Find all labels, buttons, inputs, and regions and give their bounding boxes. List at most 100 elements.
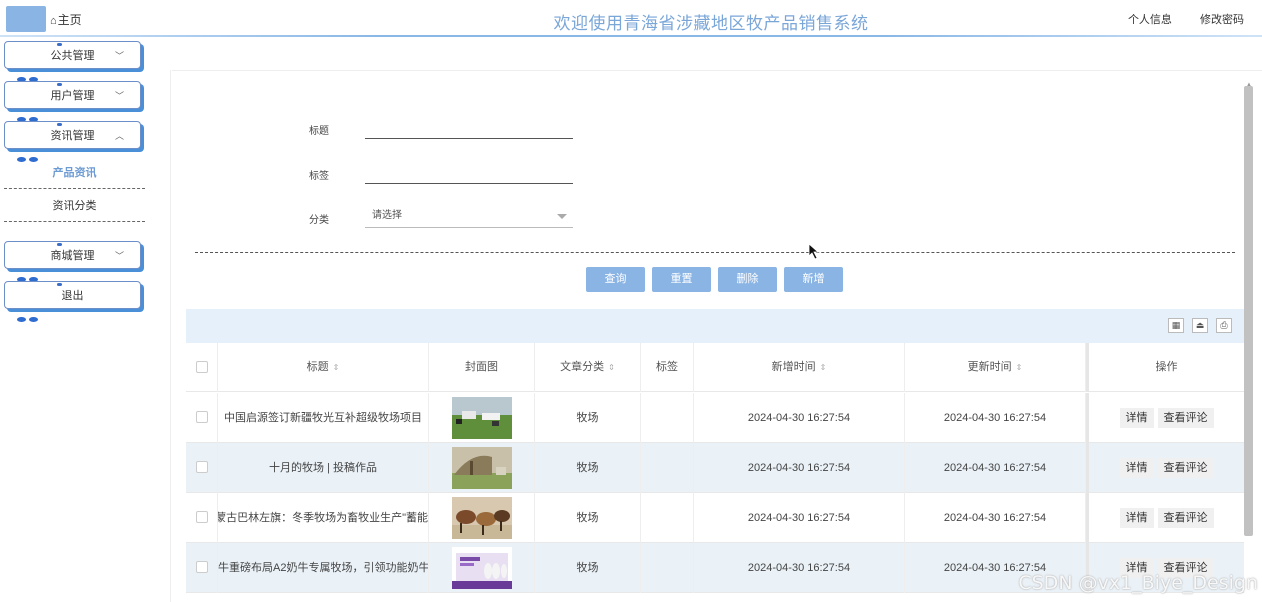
chevron-down-icon: ﹀ <box>114 51 124 61</box>
row-tag <box>641 393 694 443</box>
system-title: 欢迎使用青海省涉藏地区牧产品销售系统 <box>553 14 869 33</box>
table-row: 十月的牧场 | 投稿作品 牧场 2024-04-30 16:27:54 2024… <box>186 443 1244 493</box>
main-panel: 标题 标签 分类 请选择 查询 重置 删除 新增 ▦ ⏏ ⎙ 标题 ⇕ 封面图 文… <box>172 70 1262 602</box>
menu-label: 用户管理 <box>50 90 95 102</box>
header-actions: 操作 <box>1086 343 1244 392</box>
header-updated[interactable]: 更新时间 ⇕ <box>905 343 1086 392</box>
row-updated: 2024-04-30 16:27:54 <box>905 443 1086 493</box>
sort-icon: ⇕ <box>1015 363 1023 372</box>
category-placeholder: 请选择 <box>372 210 402 221</box>
row-tag <box>641 443 694 493</box>
mouse-cursor-icon <box>808 243 820 260</box>
cover-image <box>452 447 512 489</box>
chevron-up-icon: ︿ <box>114 131 124 141</box>
table-row: 内蒙古巴林左旗：冬季牧场为畜牧业生产"蓄能 牧场 2024-04-30 16:2… <box>186 493 1244 543</box>
row-created: 2024-04-30 16:27:54 <box>694 493 905 543</box>
row-actions: 详情 查看评论 <box>1086 443 1244 493</box>
table-header: 标题 ⇕ 封面图 文章分类 ⇕ 标签 新增时间 ⇕ 更新时间 ⇕ 操作 <box>186 343 1244 392</box>
menu-news-management[interactable]: 资讯管理 ︿ <box>4 121 141 162</box>
menu-label: 公共管理 <box>50 50 95 62</box>
row-cover <box>429 543 535 593</box>
row-cover <box>429 393 535 443</box>
tag-input[interactable] <box>365 164 573 184</box>
select-all-checkbox[interactable] <box>196 361 208 373</box>
top-header: ⌂主页 欢迎使用青海省涉藏地区牧产品销售系统 个人信息 修改密码 <box>0 0 1262 38</box>
row-created: 2024-04-30 16:27:54 <box>694 543 905 593</box>
row-cover <box>429 443 535 493</box>
add-button[interactable]: 新增 <box>784 267 843 292</box>
view-comments-button[interactable]: 查看评论 <box>1157 458 1214 479</box>
detail-button[interactable]: 详情 <box>1119 458 1154 479</box>
header-created[interactable]: 新增时间 ⇕ <box>694 343 905 392</box>
row-tag <box>641 543 694 593</box>
caret-down-icon <box>557 214 567 219</box>
submenu-news-category[interactable]: 资讯分类 <box>4 190 145 222</box>
row-category: 牧场 <box>535 543 641 593</box>
sidebar: 公共管理 ﹀ 用户管理 ﹀ 资讯管理 ︿ 产品资讯 资讯分类 商城管理 ﹀ 退出 <box>0 38 150 602</box>
row-category: 牧场 <box>535 393 641 443</box>
menu-logout[interactable]: 退出 <box>4 281 141 322</box>
row-title: 中国启源签订新疆牧光互补超级牧场项目 <box>218 393 429 443</box>
table-row: 中国启源签订新疆牧光互补超级牧场项目 牧场 2024-04-30 16:27:5… <box>186 393 1244 443</box>
menu-public-management[interactable]: 公共管理 ﹀ <box>4 41 141 82</box>
row-title: 内蒙古巴林左旗：冬季牧场为畜牧业生产"蓄能 <box>218 493 429 543</box>
header-category[interactable]: 文章分类 ⇕ <box>535 343 641 392</box>
header-checkbox-cell <box>186 343 218 392</box>
menu-shop-management[interactable]: 商城管理 ﹀ <box>4 241 141 282</box>
row-cover <box>429 493 535 543</box>
cover-image <box>452 397 512 439</box>
reset-button[interactable]: 重置 <box>652 267 711 292</box>
detail-button[interactable]: 详情 <box>1119 408 1154 429</box>
row-checkbox[interactable] <box>196 561 208 573</box>
change-password-link[interactable]: 修改密码 <box>1200 14 1244 26</box>
row-title: 牛重磅布局A2奶牛专属牧场，引领功能奶牛奶 <box>218 543 429 593</box>
table-toolbar: ▦ ⏏ ⎙ <box>186 309 1244 343</box>
category-label: 分类 <box>309 215 329 226</box>
menu-user-management[interactable]: 用户管理 ﹀ <box>4 81 141 122</box>
top-links: 个人信息 修改密码 <box>1103 11 1244 27</box>
query-button[interactable]: 查询 <box>586 267 645 292</box>
header-divider <box>0 35 1262 37</box>
profile-link[interactable]: 个人信息 <box>1128 14 1172 26</box>
watermark: CSDN @vx1_Biye_Design <box>1018 572 1258 594</box>
cover-image <box>452 497 512 539</box>
title-input[interactable] <box>365 119 573 139</box>
submenu-product-news[interactable]: 产品资讯 <box>4 157 145 189</box>
header-title[interactable]: 标题 ⇕ <box>218 343 429 392</box>
row-updated: 2024-04-30 16:27:54 <box>905 493 1086 543</box>
row-actions: 详情 查看评论 <box>1086 393 1244 443</box>
columns-icon[interactable]: ▦ <box>1168 318 1184 333</box>
menu-label: 商城管理 <box>50 250 95 262</box>
view-comments-button[interactable]: 查看评论 <box>1157 408 1214 429</box>
vertical-scrollbar[interactable] <box>1244 86 1253 536</box>
sort-icon: ⇕ <box>608 363 615 372</box>
category-select[interactable]: 请选择 <box>365 206 573 228</box>
cover-image <box>452 547 512 589</box>
header-tag: 标签 <box>641 343 694 392</box>
row-category: 牧场 <box>535 443 641 493</box>
menu-label: 资讯管理 <box>50 130 95 142</box>
form-divider <box>195 252 1235 253</box>
row-checkbox[interactable] <box>196 411 208 423</box>
chevron-down-icon: ﹀ <box>114 251 124 261</box>
row-tag <box>641 493 694 543</box>
chevron-down-icon: ﹀ <box>114 91 124 101</box>
row-updated: 2024-04-30 16:27:54 <box>905 393 1086 443</box>
row-created: 2024-04-30 16:27:54 <box>694 443 905 493</box>
tag-label: 标签 <box>309 171 329 182</box>
sort-icon: ⇕ <box>819 363 827 372</box>
sidebar-divider <box>170 70 171 602</box>
view-comments-button[interactable]: 查看评论 <box>1157 508 1214 529</box>
row-checkbox[interactable] <box>196 461 208 473</box>
delete-button[interactable]: 删除 <box>718 267 777 292</box>
row-created: 2024-04-30 16:27:54 <box>694 393 905 443</box>
export-icon[interactable]: ⏏ <box>1192 318 1208 333</box>
row-actions: 详情 查看评论 <box>1086 493 1244 543</box>
print-icon[interactable]: ⎙ <box>1216 318 1232 333</box>
row-title: 十月的牧场 | 投稿作品 <box>218 443 429 493</box>
menu-label: 退出 <box>61 290 84 302</box>
sort-icon: ⇕ <box>332 363 340 372</box>
detail-button[interactable]: 详情 <box>1119 508 1154 529</box>
header-cover: 封面图 <box>429 343 535 392</box>
row-checkbox[interactable] <box>196 511 208 523</box>
